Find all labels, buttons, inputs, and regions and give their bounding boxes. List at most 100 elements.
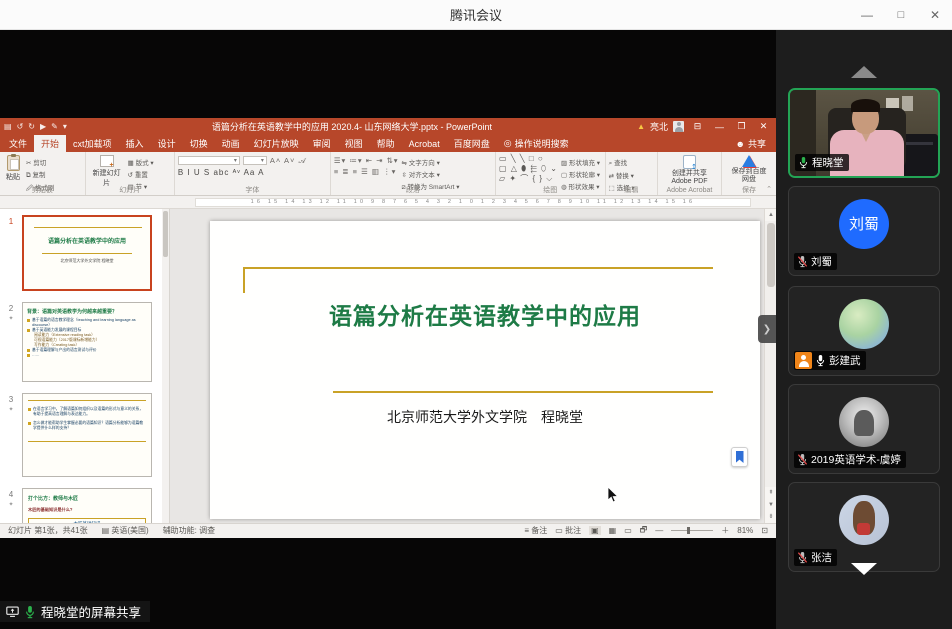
view-slideshow-icon[interactable]: 🗗 <box>640 524 648 538</box>
tab-slideshow[interactable]: 幻灯片放映 <box>247 135 306 152</box>
tab-cxt-addin[interactable]: cxt加载项 <box>66 135 119 152</box>
save-icon[interactable]: ▤ <box>4 122 12 131</box>
zoom-percent[interactable]: 81% <box>737 526 753 535</box>
tab-design[interactable]: 设计 <box>151 135 183 152</box>
thumbnail-slide-4[interactable]: 4✦ 打个比方：教师与木匠 木匠的基础知识是什么? 木匠基础知识 <box>0 488 169 523</box>
avatar <box>839 299 889 349</box>
animation-star-icon: ✦ <box>0 314 22 324</box>
thumb4-question: 木匠的基础知识是什么? <box>28 507 146 513</box>
thumbnail-scrollbar[interactable] <box>162 209 169 523</box>
align-text-button[interactable]: ⇳ 对齐文本 ▾ <box>402 169 460 179</box>
ppt-titlebar-right: ▲ 亮北 ⊟ — ❐ ✕ <box>637 120 772 133</box>
alignment-icons[interactable]: ≡ ≣ ≡ ☰ ▥ ⋮▾ <box>334 167 399 176</box>
pen-icon[interactable]: ✎ <box>51 122 58 131</box>
view-slide-sorter-icon[interactable]: ▦ <box>609 526 617 535</box>
slide-editing-area: 语篇分析在英语教学中的应用 北京师范大学外文学院 程晓堂 <box>170 209 764 523</box>
font-name-combobox[interactable]: ▾ <box>178 156 240 165</box>
ppt-close-icon[interactable]: ✕ <box>755 121 772 132</box>
shapes-gallery[interactable]: ▭ ╲ ╲ □ ○▢ △ ⬮ ⬱ ⬯ ⌄▱ ✦ ⌒ { } ⌵ <box>499 154 558 184</box>
redo-icon[interactable]: ↻ <box>28 122 35 131</box>
tab-baidu-netdisk[interactable]: 百度网盘 <box>447 135 497 152</box>
create-share-pdf-button[interactable]: 创建并共享 Adobe PDF <box>660 154 718 187</box>
fit-to-window-icon[interactable]: ⊡ <box>761 526 768 535</box>
warning-icon[interactable]: ▲ <box>637 122 645 131</box>
share-button[interactable]: ☻共享 <box>726 135 777 152</box>
scrollbar-down-icon[interactable]: ▼ <box>765 499 776 511</box>
thumb1-subtitle: 北京师范大学外文学院 程晓堂 <box>24 258 150 264</box>
tab-home[interactable]: 开始 <box>34 135 66 152</box>
participant-tile-zhangjie[interactable]: 张洁 <box>788 482 940 572</box>
font-size-combobox[interactable]: ▾ <box>243 156 267 165</box>
tab-review[interactable]: 审阅 <box>306 135 338 152</box>
font-style-buttons[interactable]: B I U S abc ᴬᵛ Aa A <box>178 168 327 177</box>
replace-button[interactable]: ⇄ 替换 ▾ <box>609 170 635 180</box>
zoom-out-icon[interactable]: — <box>655 526 663 535</box>
thumbnail-slide-2[interactable]: 2✦ 背景：语篇对英语教学为何越来越重要？ 基于语篇的语言教学理念（teachi… <box>0 302 169 382</box>
scroll-up-icon[interactable] <box>851 66 877 78</box>
view-reading-icon[interactable]: ▭ <box>624 526 632 535</box>
find-button[interactable]: ⌕ 查找 <box>609 157 635 168</box>
participant-tile-yuting[interactable]: 2019英语学术-虞婷 <box>788 384 940 474</box>
zoom-in-icon[interactable]: ＋ <box>721 525 729 536</box>
reset-button[interactable]: ↺ 重置 <box>128 169 154 179</box>
thumbnail-slide-1[interactable]: 1 语篇分析在英语教学中的应用 北京师范大学外文学院 程晓堂 <box>0 215 169 291</box>
current-slide-canvas[interactable]: 语篇分析在英语教学中的应用 北京师范大学外文学院 程晓堂 <box>210 221 760 519</box>
grow-shrink-font-icons[interactable]: A˄ A˅ 𝒜 <box>270 156 307 166</box>
view-normal-icon[interactable]: ▣ <box>589 526 601 535</box>
cut-button[interactable]: ✂ 剪切 <box>26 157 54 167</box>
participants-sidebar: 程晓堂 刘蜀 刘蜀 彭建武 2019英语学术-虞婷 张洁 <box>776 30 952 629</box>
language-status[interactable]: ▤ 英语(美国) <box>102 525 149 536</box>
start-slideshow-icon[interactable]: ▶ <box>40 122 46 131</box>
next-slide-icon[interactable]: ⇟ <box>765 511 776 523</box>
accessibility-status[interactable]: 辅助功能: 调查 <box>163 525 215 536</box>
avatar <box>839 397 889 447</box>
save-to-baidu-button[interactable]: 保存到百度网盘 <box>726 154 772 185</box>
tab-acrobat[interactable]: Acrobat <box>402 135 447 152</box>
account-name[interactable]: 亮北 <box>650 120 668 133</box>
zoom-slider[interactable] <box>671 530 713 531</box>
quick-access-toolbar: ▤ ↺ ↻ ▶ ✎ ▾ <box>4 122 67 131</box>
mouse-cursor <box>608 487 619 508</box>
participant-tile-chengxiaotang[interactable]: 程晓堂 <box>788 88 940 178</box>
ribbon-display-options-icon[interactable]: ⊟ <box>689 121 706 132</box>
tab-file[interactable]: 文件 <box>2 135 34 152</box>
sidebar-collapse-handle[interactable]: ❯ <box>758 315 776 343</box>
shape-outline-button[interactable]: ▢ 形状轮廓 ▾ <box>561 169 600 179</box>
undo-icon[interactable]: ↺ <box>17 122 24 131</box>
thumb1-title: 语篇分析在英语教学中的应用 <box>24 236 150 245</box>
group-slides: 新建幻灯片 ▦ 版式 ▾ ↺ 重置 ▤ 节 ▾ 幻灯片 <box>86 152 175 195</box>
notes-button[interactable]: ≡ 备注 <box>524 525 547 536</box>
tab-view[interactable]: 视图 <box>338 135 370 152</box>
group-drawing: ▭ ╲ ╲ □ ○▢ △ ⬮ ⬱ ⬯ ⌄▱ ✦ ⌒ { } ⌵ ▨ 形状填充 ▾… <box>496 152 606 195</box>
group-editing: ⌕ 查找 ⇄ 替换 ▾ ⬚ 选择 ▾ 编辑 <box>606 152 658 195</box>
tab-insert[interactable]: 插入 <box>119 135 151 152</box>
shape-fill-button[interactable]: ▨ 形状填充 ▾ <box>561 157 600 167</box>
baidu-netdisk-icon <box>742 155 756 167</box>
paste-button[interactable]: 粘贴 <box>3 154 23 183</box>
tab-transitions[interactable]: 切换 <box>183 135 215 152</box>
thumbnail-slide-3[interactable]: 3✦ 在语言学习中，了解语篇如何组织以及语篇的形式与意义的关系，有助于提高语言理… <box>0 393 169 477</box>
new-slide-button[interactable]: 新建幻灯片 <box>89 154 125 189</box>
collapse-ribbon-icon[interactable]: ⌃ <box>766 185 772 193</box>
ppt-minimize-icon[interactable]: — <box>711 122 728 132</box>
tab-help[interactable]: 帮助 <box>370 135 402 152</box>
previous-slide-icon[interactable]: ⇞ <box>765 487 776 499</box>
tab-tell-me[interactable]: ◎操作说明搜索 <box>497 135 576 152</box>
scroll-down-icon[interactable] <box>851 563 877 575</box>
avatar <box>839 495 889 545</box>
layout-button[interactable]: ▦ 版式 ▾ <box>128 157 154 167</box>
ppt-workspace: 1 语篇分析在英语教学中的应用 北京师范大学外文学院 程晓堂 2✦ 背景：语篇对… <box>0 209 776 523</box>
scrollbar-up-icon[interactable]: ▲ <box>765 209 776 221</box>
participant-tile-pengjianwu[interactable]: 彭建武 <box>788 286 940 376</box>
bullets-numbering-indent-icons[interactable]: ☰▾ ≔▾ ⇤ ⇥ ⇅▾ <box>334 156 399 165</box>
tab-animations[interactable]: 动画 <box>215 135 247 152</box>
copy-button[interactable]: ⧉ 复制 <box>26 169 54 180</box>
ppt-restore-icon[interactable]: ❐ <box>733 121 750 132</box>
slide-title: 语篇分析在英语教学中的应用 <box>210 297 760 331</box>
slide-area-scrollbar[interactable]: ▲ ⇞ ▼ ⇟ <box>764 209 776 523</box>
bookmark-button[interactable] <box>731 447 748 467</box>
text-direction-button[interactable]: ⇋ 文字方向 ▾ <box>402 157 460 167</box>
account-avatar[interactable] <box>673 121 684 132</box>
comments-button[interactable]: ▭ 批注 <box>555 525 581 536</box>
participant-tile-liushu[interactable]: 刘蜀 刘蜀 <box>788 186 940 276</box>
